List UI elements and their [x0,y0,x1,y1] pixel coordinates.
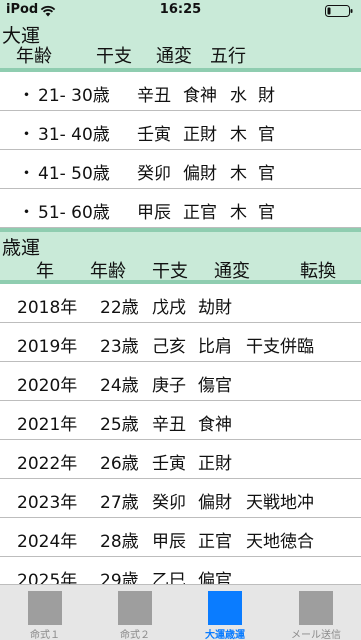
taiun-row-age: 41- 50歳 [38,164,110,184]
saiun-row-tsuhen: 劫財 [198,298,232,318]
saiun-row-kanshi: 辛丑 [152,415,186,435]
saiun-row: 2023年 27歳 癸卯 偏財 天戦地冲 [0,479,361,518]
tab-meishiki-2-icon [118,591,152,625]
taiun-row-bullet: ・ [18,86,35,106]
saiun-row-year: 2021年 [17,415,78,435]
tab-bar: 命式１ 命式２ 大運歳運 メール送信 [0,584,361,640]
taiun-row: ・ 41- 50歳 癸卯 偏財木官 [0,150,361,189]
saiun-row-tsuhen: 偏財 [198,493,232,513]
taiun-row-gogyo: 水 [230,86,247,106]
taiun-row-gogyo: 木 [230,125,247,145]
tab-meishiki-1-icon [28,591,62,625]
saiun-row-kanshi: 癸卯 [152,493,186,513]
taiun-row-age: 31- 40歳 [38,125,110,145]
saiun-row-kanshi: 己亥 [152,337,186,357]
battery-icon [325,5,353,17]
status-time: 16:25 [159,2,202,17]
taiun-row-age: 51- 60歳 [38,203,110,223]
taiun-row: ・ 31- 40歳 壬寅 正財木官 [0,111,361,150]
saiun-title: 歳運 [2,237,41,259]
saiun-row-age: 27歳 [100,493,139,513]
saiun-row-age: 26歳 [100,454,139,474]
saiun-row-tenkan: 干支併臨 [246,337,314,357]
saiun-row-tsuhen: 傷官 [198,376,232,396]
taiun-row-tsuhen: 正官 [183,203,217,223]
saiun-row-tsuhen: 食神 [198,415,232,435]
taiun-row-extra: 官 [258,203,275,223]
taiun-row-age: 21- 30歳 [38,86,110,106]
saiun-row-kanshi: 戊戌 [152,298,186,318]
taiun-row-bullet: ・ [18,125,35,145]
saiun-row-age: 23歳 [100,337,139,357]
tab-taiun-saiun-icon [208,591,242,625]
saiun-row-age: 24歳 [100,376,139,396]
taiun-row-kanshi: 辛丑 [137,86,171,106]
taiun-row-kanshi: 癸卯 [137,164,171,184]
taiun-row-extra: 官 [258,125,275,145]
saiun-row: 2020年 24歳 庚子 傷官 [0,362,361,401]
taiun-header: 大運 年齢 干支 通変 五行 [0,20,361,68]
taiun-row-extra: 財 [258,86,275,106]
saiun-row-year: 2024年 [17,532,78,552]
saiun-row-tsuhen: 正財 [198,454,232,474]
tab-meishiki-2-label: 命式２ [120,630,150,640]
taiun-row: ・ 21- 30歳 辛丑 食神水財 [0,72,361,111]
taiun-row-tsuhen: 偏財 [183,164,217,184]
taiun-row-extra: 官 [258,164,275,184]
saiun-row: 2021年 25歳 辛丑 食神 [0,401,361,440]
taiun-row-kanshi: 壬寅 [137,125,171,145]
tab-meishiki-1-label: 命式１ [30,630,60,640]
tab-meishiki-1[interactable]: 命式１ [0,585,90,640]
taiun-row-gogyo: 木 [230,203,247,223]
tab-taiun-saiun-label: 大運歳運 [205,630,245,640]
saiun-row-kanshi: 庚子 [152,376,186,396]
saiun-row-kanshi: 壬寅 [152,454,186,474]
saiun-row-tenkan: 天地徳合 [246,532,314,552]
saiun-row-age: 22歳 [100,298,139,318]
saiun-row-age: 25歳 [100,415,139,435]
tab-mail-label: メール送信 [291,630,341,640]
taiun-row-gogyo: 木 [230,164,247,184]
tab-taiun-saiun[interactable]: 大運歳運 [180,585,270,640]
saiun-row-year: 2018年 [17,298,78,318]
saiun-row-tsuhen: 比肩 [198,337,232,357]
saiun-row-year: 2023年 [17,493,78,513]
saiun-row-kanshi: 甲辰 [152,532,186,552]
saiun-row-year: 2020年 [17,376,78,396]
saiun-row-age: 28歳 [100,532,139,552]
taiun-row-bullet: ・ [18,164,35,184]
saiun-row: 2022年 26歳 壬寅 正財 [0,440,361,479]
saiun-row: 2024年 28歳 甲辰 正官 天地徳合 [0,518,361,557]
taiun-header-tsuhen: 通変 [156,46,192,67]
tab-mail-icon [299,591,333,625]
saiun-row-year: 2019年 [17,337,78,357]
taiun-row-bullet: ・ [18,203,35,223]
taiun-header-age: 年齢 [16,46,52,67]
saiun-row: 2018年 22歳 戊戌 劫財 [0,284,361,323]
saiun-row: 2019年 23歳 己亥 比肩 干支併臨 [0,323,361,362]
taiun-row: ・ 51- 60歳 甲辰 正官木官 [0,189,361,228]
tab-meishiki-2[interactable]: 命式２ [90,585,180,640]
status-bar: iPod 16:25 [0,0,361,20]
taiun-row-tsuhen: 正財 [183,125,217,145]
taiun-row-kanshi: 甲辰 [137,203,171,223]
saiun-header: 歳運 年 年齢 干支 通変 転換 [0,232,361,282]
saiun-row-tenkan: 天戦地冲 [246,493,314,513]
taiun-header-kanshi: 干支 [96,46,132,67]
saiun-row-year: 2022年 [17,454,78,474]
taiun-header-gogyo: 五行 [210,46,246,67]
taiun-row-tsuhen: 食神 [183,86,217,106]
tab-mail[interactable]: メール送信 [271,585,361,640]
saiun-row-tsuhen: 正官 [198,532,232,552]
